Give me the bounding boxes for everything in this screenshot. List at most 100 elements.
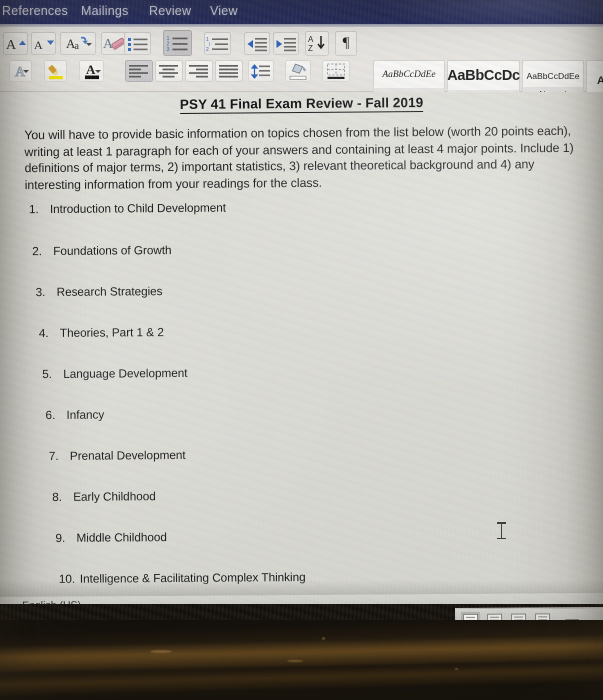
text-highlight-color-button[interactable] xyxy=(44,60,67,82)
shrink-font-icon: A xyxy=(34,38,54,52)
change-case-caret-icon[interactable] xyxy=(86,43,92,46)
svg-text:a: a xyxy=(75,41,80,52)
tab-view[interactable]: View xyxy=(210,4,238,18)
list-item-number: 1. xyxy=(28,202,39,217)
list-item-number: 6. xyxy=(45,407,56,423)
list-item-number: 8. xyxy=(52,489,62,504)
ribbon: A A A a A A A 1 2 3 1 i 2 A Z ¶ AaBbCcDd… xyxy=(0,27,603,112)
list-item-label: Introduction to Child Development xyxy=(49,200,227,216)
increase-indent-icon xyxy=(276,37,296,51)
bezel-speck xyxy=(322,637,325,640)
list-item-label: Research Strategies xyxy=(56,284,163,299)
svg-text:Z: Z xyxy=(308,44,313,53)
text-effects-button[interactable]: A xyxy=(9,60,32,82)
bullets-icon xyxy=(127,37,147,51)
list-item-label: Prenatal Development xyxy=(69,447,186,463)
bezel-speck xyxy=(287,660,303,662)
show-formatting-marks-button[interactable]: ¶ xyxy=(335,31,357,56)
draft-view-button[interactable] xyxy=(511,613,527,620)
laptop-screen: References Mailings Review View A A A a … xyxy=(0,0,603,620)
list-item-label: Language Development xyxy=(63,365,188,381)
style-normal-sample: AaBbCcDdEe xyxy=(526,70,580,81)
outline-view-button[interactable] xyxy=(535,613,551,620)
numbering-button[interactable]: 123 xyxy=(163,30,192,56)
numbering-icon: 123 xyxy=(166,36,187,52)
list-item[interactable]: 6. Infancy xyxy=(45,408,104,422)
font-color-button[interactable]: A xyxy=(79,60,104,82)
svg-text:A: A xyxy=(34,38,43,52)
svg-text:A: A xyxy=(6,38,17,52)
align-center-icon xyxy=(159,65,178,78)
bullets-button[interactable] xyxy=(124,32,151,55)
list-item[interactable]: 4. Theories, Part 1 & 2 xyxy=(39,325,164,340)
svg-text:A: A xyxy=(86,62,96,77)
list-item[interactable]: 1. Introduction to Child Development xyxy=(29,201,226,217)
list-item-number: 7. xyxy=(48,448,59,463)
paint-bucket-icon xyxy=(289,63,307,80)
bezel-speck xyxy=(455,668,458,670)
list-item[interactable]: 9. Middle Childhood xyxy=(55,530,166,545)
clear-formatting-icon: A xyxy=(103,37,126,52)
text-effects-caret-icon[interactable] xyxy=(23,70,29,73)
document-title-text: PSY 41 Final Exam Review - Fall 2019 xyxy=(179,95,424,114)
justify-icon xyxy=(219,65,238,78)
align-right-icon xyxy=(189,65,208,78)
align-left-button[interactable] xyxy=(125,60,153,82)
list-item-number: 2. xyxy=(32,244,43,259)
list-item-label: Early Childhood xyxy=(73,489,156,504)
zoom-slider[interactable] xyxy=(565,618,580,620)
font-color-caret-icon[interactable] xyxy=(95,70,101,73)
list-item-label: Theories, Part 1 & 2 xyxy=(59,325,164,340)
document-page[interactable]: PSY 41 Final Exam Review - Fall 2019 You… xyxy=(0,92,603,596)
tab-review[interactable]: Review xyxy=(149,4,191,18)
highlighter-icon xyxy=(47,65,63,80)
line-spacing-button[interactable] xyxy=(248,60,274,82)
style-emphasis-sample: AaBbCcDdEe xyxy=(382,70,436,81)
multilevel-list-icon: 1i2 xyxy=(206,37,228,52)
document-title: PSY 41 Final Exam Review - Fall 2019 xyxy=(0,94,603,114)
list-item[interactable]: 2. Foundations of Growth xyxy=(32,243,171,258)
svg-text:A: A xyxy=(308,35,314,44)
print-layout-button[interactable] xyxy=(463,613,479,620)
list-item-number: 5. xyxy=(42,366,53,382)
list-item-label: Foundations of Growth xyxy=(53,243,172,258)
grow-font-button[interactable]: A xyxy=(3,32,28,55)
view-mode-bar xyxy=(455,606,603,620)
ribbon-tab-strip: References Mailings Review View xyxy=(0,0,603,27)
increase-indent-button[interactable] xyxy=(273,32,299,55)
style-partial-sample: A xyxy=(597,74,603,87)
align-right-button[interactable] xyxy=(185,60,213,82)
list-item[interactable]: 7. Prenatal Development xyxy=(49,448,186,463)
style-heading-1-sample: AaBbCcDc xyxy=(447,67,520,84)
decrease-indent-button[interactable] xyxy=(244,32,270,55)
justify-button[interactable] xyxy=(215,60,243,82)
sort-button[interactable]: A Z xyxy=(305,31,329,56)
svg-text:i: i xyxy=(209,42,210,48)
grow-font-icon: A xyxy=(6,38,26,52)
screenshot-root: References Mailings Review View A A A a … xyxy=(0,0,603,700)
svg-text:2: 2 xyxy=(206,47,209,52)
document-paragraph: You will have to provide basic informati… xyxy=(24,123,574,192)
align-left-icon xyxy=(129,65,148,78)
web-layout-button[interactable] xyxy=(487,613,503,620)
borders-button[interactable] xyxy=(322,60,350,82)
text-cursor-icon xyxy=(497,522,506,539)
list-item[interactable]: 5. Language Development xyxy=(42,366,187,381)
topic-list: 1. Introduction to Child Development 2. Fo… xyxy=(1,198,603,586)
list-item[interactable]: 8. Early Childhood xyxy=(52,489,156,504)
list-item-number: 9. xyxy=(55,530,66,545)
list-item[interactable]: 3. Research Strategies xyxy=(36,284,163,299)
tab-mailings[interactable]: Mailings xyxy=(81,4,128,18)
pilcrow-icon: ¶ xyxy=(342,35,350,51)
decrease-indent-icon xyxy=(247,37,267,51)
multilevel-list-button[interactable]: 1i2 xyxy=(204,32,231,55)
tab-references[interactable]: References xyxy=(2,4,68,18)
align-center-button[interactable] xyxy=(155,60,183,82)
change-case-button[interactable]: A a xyxy=(60,32,96,55)
list-item-number: 4. xyxy=(38,325,49,341)
list-item-label: Middle Childhood xyxy=(76,530,167,545)
shrink-font-button[interactable]: A xyxy=(31,32,56,55)
shading-button[interactable] xyxy=(285,60,311,82)
document-content: PSY 41 Final Exam Review - Fall 2019 You… xyxy=(0,92,603,596)
svg-text:3: 3 xyxy=(166,47,169,52)
